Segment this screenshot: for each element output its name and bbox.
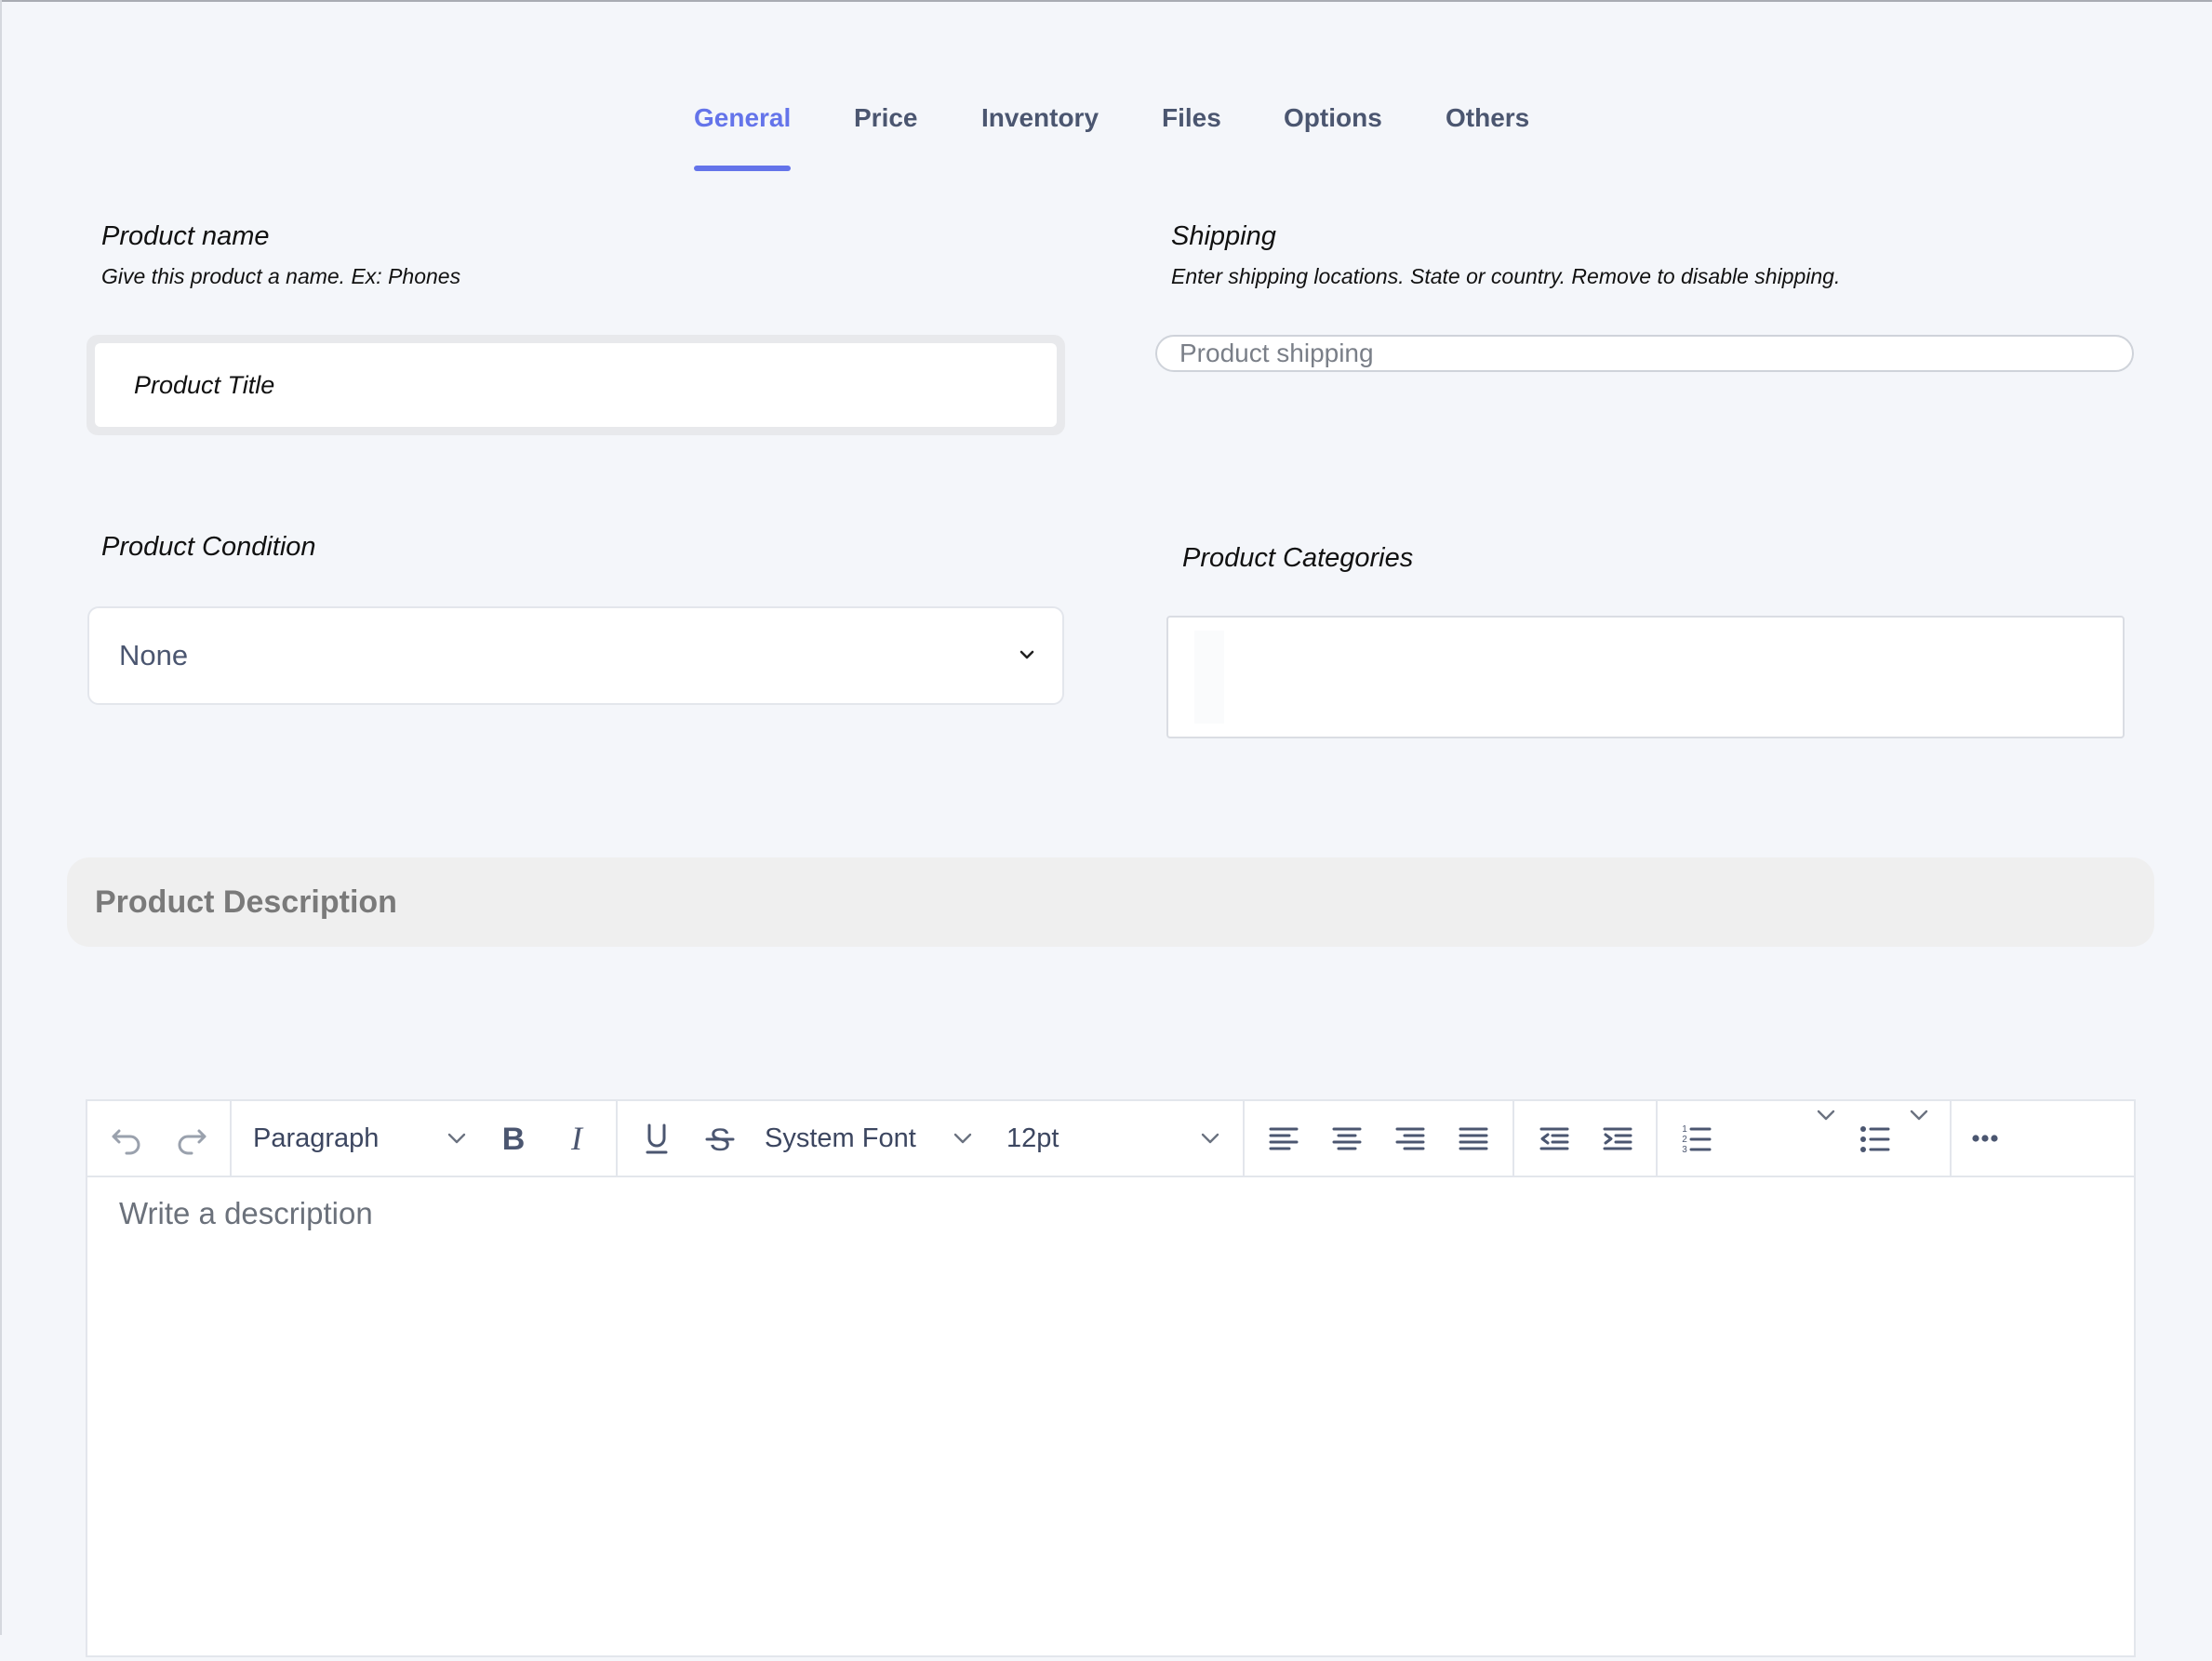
editor-toolbar: Paragraph B I S System Font 12pt 1 2 3 (87, 1101, 2134, 1177)
tab-options[interactable]: Options (1284, 93, 1382, 171)
outdent-button[interactable] (1534, 1118, 1575, 1159)
underline-icon (646, 1123, 668, 1154)
italic-icon: I (570, 1120, 584, 1157)
svg-text:2: 2 (1682, 1135, 1687, 1145)
tab-price[interactable]: Price (854, 93, 918, 171)
chevron-down-icon[interactable] (1909, 1109, 1929, 1122)
svg-text:3: 3 (1682, 1145, 1687, 1155)
undo-button[interactable] (106, 1118, 147, 1159)
bold-icon: B (502, 1122, 526, 1157)
product-categories-label: Product Categories (1182, 543, 1414, 573)
toolbar-divider (1243, 1101, 1245, 1176)
svg-text:I: I (570, 1120, 584, 1157)
indent-icon (1603, 1127, 1632, 1150)
toolbar-divider (616, 1101, 618, 1176)
align-right-icon (1395, 1127, 1425, 1150)
font-size-value: 12pt (1006, 1123, 1059, 1153)
block-format-value: Paragraph (253, 1123, 380, 1153)
product-description-title: Product Description (95, 884, 397, 920)
font-family-dropdown[interactable]: System Font (765, 1101, 916, 1176)
tab-general[interactable]: General (694, 93, 792, 171)
indent-button[interactable] (1597, 1118, 1638, 1159)
shipping-label: Shipping (1171, 221, 1276, 251)
svg-text:B: B (502, 1122, 526, 1157)
description-editor: Paragraph B I S System Font 12pt 1 2 3 W… (86, 1099, 2136, 1657)
toolbar-divider (1950, 1101, 1952, 1176)
product-shipping-input[interactable]: Product shipping (1155, 335, 2134, 372)
product-condition-value: None (119, 639, 189, 671)
product-condition-select[interactable]: None (87, 606, 1064, 705)
product-categories-box[interactable] (1166, 616, 2125, 738)
window-left-border (0, 0, 2, 1635)
numbered-list-button[interactable]: 1 2 3 (1676, 1118, 1717, 1159)
product-title-field-wrapper: Product Title (87, 335, 1065, 435)
numbered-list-icon: 1 2 3 (1682, 1124, 1712, 1155)
align-center-button[interactable] (1326, 1118, 1367, 1159)
product-tabs: General Price Inventory Files Options Ot… (0, 93, 2212, 171)
product-condition-label: Product Condition (101, 532, 316, 562)
product-name-label: Product name (101, 221, 270, 251)
strikethrough-icon: S (705, 1123, 735, 1158)
block-format-dropdown[interactable]: Paragraph (253, 1101, 379, 1176)
tab-inventory[interactable]: Inventory (981, 93, 1099, 171)
redo-icon (178, 1129, 207, 1155)
bullet-list-icon (1860, 1126, 1890, 1152)
font-family-value: System Font (765, 1123, 916, 1153)
align-center-icon (1332, 1127, 1362, 1150)
description-content-area[interactable]: Write a description (87, 1177, 2134, 1661)
font-size-dropdown[interactable]: 12pt (1006, 1101, 1059, 1176)
bullet-list-button[interactable] (1855, 1118, 1896, 1159)
tab-others[interactable]: Others (1446, 93, 1529, 171)
redo-button[interactable] (171, 1118, 212, 1159)
toolbar-divider (1512, 1101, 1514, 1176)
align-left-button[interactable] (1263, 1118, 1304, 1159)
product-description-header: Product Description (67, 857, 2154, 947)
chevron-down-icon (953, 1133, 972, 1144)
toolbar-divider (1656, 1101, 1658, 1176)
undo-icon (112, 1129, 140, 1155)
strikethrough-button[interactable]: S (700, 1118, 740, 1159)
italic-button[interactable]: I (556, 1118, 597, 1159)
chevron-down-icon[interactable] (1816, 1109, 1836, 1122)
chevron-down-icon (1019, 650, 1034, 659)
window-top-border (0, 0, 2212, 2)
align-left-icon (1269, 1127, 1299, 1150)
shipping-hint: Enter shipping locations. State or count… (1171, 264, 1841, 288)
more-icon (1972, 1135, 1998, 1142)
bold-button[interactable]: B (493, 1118, 534, 1159)
more-button[interactable] (1965, 1118, 2005, 1159)
svg-text:1: 1 (1682, 1124, 1687, 1135)
tab-files[interactable]: Files (1162, 93, 1221, 171)
product-title-input[interactable]: Product Title (95, 343, 1057, 427)
categories-scroll-area (1194, 631, 1224, 724)
product-name-hint: Give this product a name. Ex: Phones (101, 264, 461, 288)
align-justify-button[interactable] (1453, 1118, 1494, 1159)
underline-button[interactable] (636, 1118, 677, 1159)
align-right-button[interactable] (1390, 1118, 1431, 1159)
description-placeholder: Write a description (119, 1196, 373, 1230)
toolbar-divider (230, 1101, 232, 1176)
chevron-down-icon (1201, 1133, 1219, 1144)
outdent-icon (1539, 1127, 1569, 1150)
align-justify-icon (1459, 1127, 1488, 1150)
chevron-down-icon (447, 1133, 466, 1144)
